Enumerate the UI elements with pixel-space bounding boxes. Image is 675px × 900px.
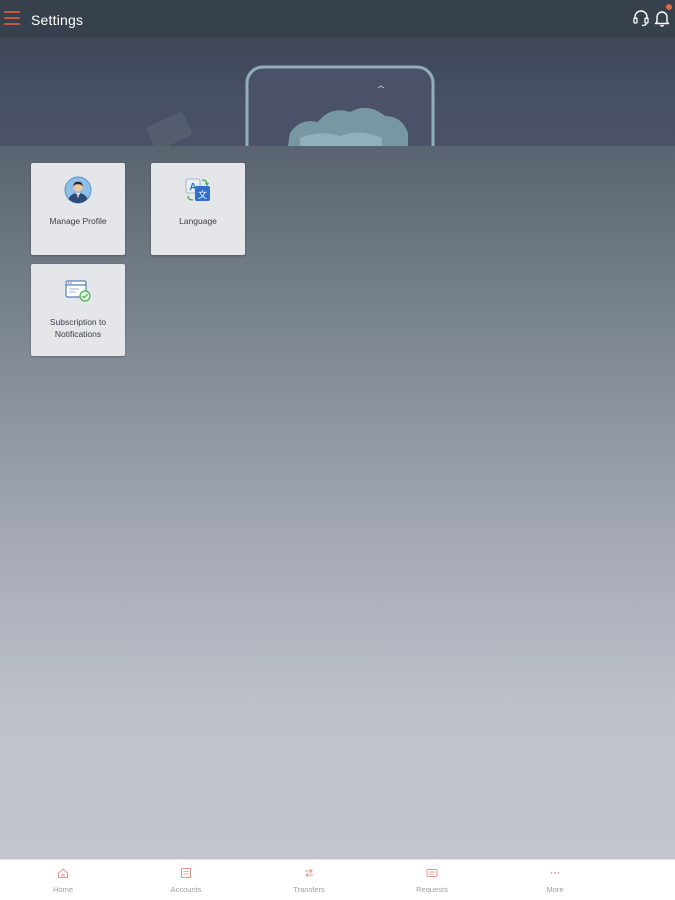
hero-banner <box>0 38 675 146</box>
tile-label: Manage Profile <box>49 216 107 226</box>
requests-icon <box>426 869 438 877</box>
nav-item-transfers[interactable]: Transfers <box>269 860 349 900</box>
hamburger-menu-icon[interactable] <box>4 11 20 25</box>
headset-icon[interactable] <box>632 9 650 27</box>
notification-badge <box>666 4 672 10</box>
more-icon <box>550 872 560 874</box>
nav-label: Home <box>52 885 73 894</box>
home-icon <box>58 868 68 878</box>
user-avatar-icon <box>64 176 92 204</box>
translate-icon: A 文 <box>185 178 210 201</box>
nav-label: Transfers <box>293 885 325 894</box>
nav-item-accounts[interactable]: Accounts <box>146 860 226 900</box>
bottom-navigation: Home Accounts Transfers Requests More <box>0 859 675 900</box>
language-tile[interactable]: A 文 Language <box>151 163 245 255</box>
nav-label: More <box>546 885 564 894</box>
bell-icon[interactable] <box>653 8 671 28</box>
tile-label: Subscription to Notifications <box>49 317 107 339</box>
accounts-icon <box>181 868 191 878</box>
top-app-bar: Settings <box>0 0 675 38</box>
svg-text:文: 文 <box>198 189 207 201</box>
subscription-notifications-tile[interactable]: Subscription to Notifications <box>31 264 125 356</box>
transfers-icon <box>305 868 313 878</box>
banner-illustration <box>146 65 435 146</box>
manage-profile-tile[interactable]: Manage Profile <box>31 163 125 255</box>
tile-label: Language <box>179 216 217 226</box>
page-title: Settings <box>31 12 84 28</box>
nav-label: Accounts <box>170 885 202 894</box>
nav-item-more[interactable]: More <box>515 860 595 900</box>
notification-subscription-icon <box>65 280 91 302</box>
nav-label: Requests <box>416 885 448 894</box>
nav-item-home[interactable]: Home <box>23 860 103 900</box>
nav-item-requests[interactable]: Requests <box>392 860 472 900</box>
